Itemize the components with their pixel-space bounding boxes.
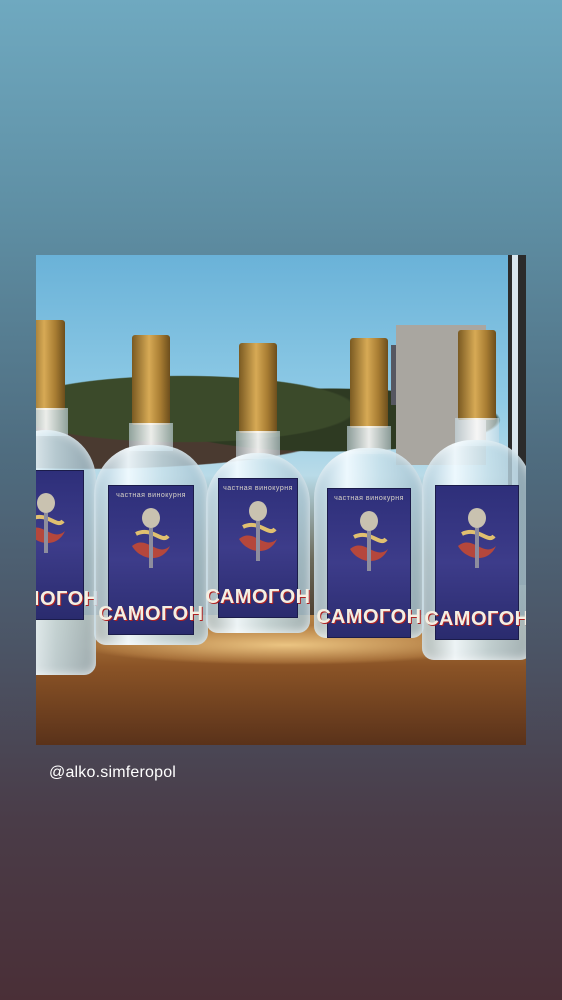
bottle-label: САМОГОН (36, 470, 98, 620)
bottle-4: частная винокурня САМОГОН (314, 338, 424, 638)
bottle-2: частная винокурня САМОГОН (94, 335, 208, 645)
snake-anchor-emblem (36, 493, 65, 553)
bottle-cap (132, 335, 170, 425)
story-photo: САМОГОН частная винокурня САМОГОН частна… (36, 255, 526, 745)
bottle-cap (350, 338, 388, 428)
bottle-5: САМОГОН (422, 330, 526, 660)
bottle-label: частная винокурня САМОГОН (316, 488, 421, 638)
bottle-label: САМОГОН (424, 485, 526, 640)
bottle-label-title: САМОГОН (98, 603, 204, 625)
snake-anchor-emblem (132, 508, 170, 568)
label-top-text: частная винокурня (116, 492, 186, 499)
bottle-label-title: САМОГОН (424, 608, 526, 630)
bottle-label-title: САМОГОН (316, 606, 422, 628)
bottle-1: САМОГОН (36, 320, 98, 675)
bottle-cap (458, 330, 496, 420)
label-top-text: частная винокурня (223, 485, 293, 492)
bottle-label: частная винокурня САМОГОН (98, 485, 203, 635)
bottle-cap (239, 343, 277, 433)
bottle-cap (36, 320, 65, 410)
bottle-3: частная винокурня САМОГОН (205, 343, 310, 633)
snake-anchor-emblem (458, 508, 496, 568)
bottle-label-title: САМОГОН (36, 588, 99, 610)
bottle-label: частная винокурня САМОГОН (205, 478, 310, 618)
mention-tag[interactable]: @alko.simferopol (49, 764, 176, 782)
snake-anchor-emblem (350, 511, 388, 571)
snake-anchor-emblem (239, 501, 277, 561)
label-top-text: частная винокурня (334, 495, 404, 502)
bottle-label-title: САМОГОН (205, 586, 311, 608)
